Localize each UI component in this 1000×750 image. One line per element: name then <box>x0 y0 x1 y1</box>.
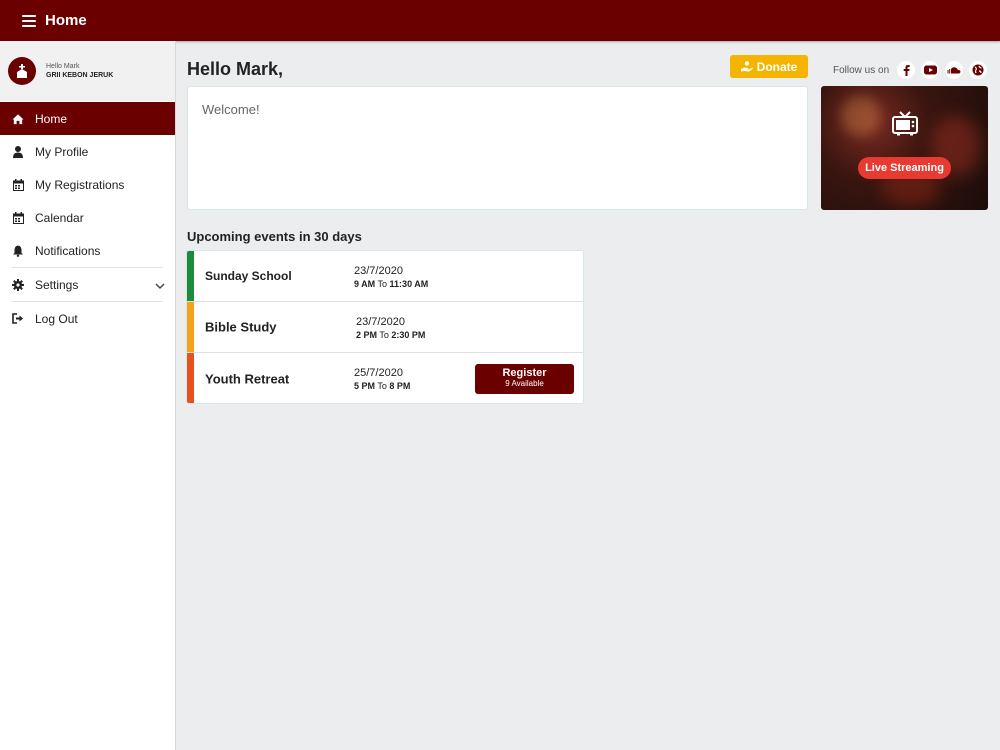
event-row[interactable]: Youth Retreat 25/7/2020 5 PM To 8 PM Reg… <box>187 353 583 403</box>
event-row[interactable]: Sunday School 23/7/2020 9 AM To 11:30 AM <box>187 251 583 302</box>
page-title: Home <box>45 12 87 29</box>
live-streaming-card[interactable]: Live Streaming <box>821 86 988 210</box>
event-time: 2 PM To 2:30 PM <box>356 330 426 340</box>
sidebar-item-my-registrations[interactable]: My Registrations <box>0 168 175 201</box>
welcome-card: Welcome! <box>187 86 808 210</box>
follow-label: Follow us on <box>833 64 890 76</box>
donate-label: Donate <box>756 59 798 74</box>
sidebar-item-label: Calendar <box>35 210 84 225</box>
event-time: 9 AM To 11:30 AM <box>354 279 429 289</box>
sidebar-item-calendar[interactable]: Calendar <box>0 201 175 234</box>
event-name: Youth Retreat <box>205 371 290 386</box>
sidebar-item-label: Settings <box>35 277 79 292</box>
availability-count: 9 Available <box>505 379 544 388</box>
chevron-down-icon[interactable] <box>155 279 165 293</box>
background-glow <box>841 96 881 136</box>
globe-icon[interactable] <box>969 61 988 79</box>
facebook-icon[interactable] <box>897 61 916 79</box>
sidebar-item-label: Notifications <box>35 243 101 258</box>
user-icon <box>12 145 24 158</box>
event-date: 23/7/2020 <box>356 316 405 328</box>
event-row[interactable]: Bible Study 23/7/2020 2 PM To 2:30 PM <box>187 302 583 353</box>
bell-icon <box>12 245 24 257</box>
sidebar-item-notifications[interactable]: Notifications <box>0 234 175 267</box>
church-name: GRII KEBON JERUK <box>46 72 114 79</box>
social-follow: Follow us on <box>833 61 993 79</box>
sidebar-item-log-out[interactable]: Log Out <box>0 302 175 335</box>
top-app-bar: Home <box>0 0 1000 41</box>
events-list: Sunday School 23/7/2020 9 AM To 11:30 AM… <box>186 250 584 404</box>
sidebar-item-label: My Registrations <box>35 177 125 192</box>
church-logo-icon <box>8 57 36 85</box>
donate-button[interactable]: Donate <box>730 55 808 78</box>
register-label: Register <box>502 367 547 379</box>
youtube-icon[interactable] <box>921 61 940 79</box>
event-color-bar <box>187 302 194 352</box>
calendar-icon <box>12 178 24 191</box>
sidebar-menu: Home My Profile My Registrations Calenda… <box>0 102 175 335</box>
sidebar-item-settings[interactable]: Settings <box>0 268 175 301</box>
event-date: 25/7/2020 <box>354 367 403 379</box>
sidebar-item-label: My Profile <box>35 144 89 159</box>
gear-icon <box>12 278 24 291</box>
profile-greeting: Hello Mark <box>46 63 80 70</box>
hamburger-menu-icon[interactable] <box>22 14 36 27</box>
live-streaming-button[interactable]: Live Streaming <box>858 157 951 179</box>
tv-icon <box>892 111 918 141</box>
sidebar-item-my-profile[interactable]: My Profile <box>0 135 175 168</box>
upcoming-events-title: Upcoming events in 30 days <box>187 229 362 244</box>
sidebar-item-label: Home <box>35 111 68 126</box>
profile-header: Hello Mark GRII KEBON JERUK <box>0 41 175 101</box>
home-icon <box>12 113 24 125</box>
soundcloud-icon[interactable] <box>945 61 964 79</box>
sidebar-item-label: Log Out <box>35 311 78 326</box>
event-date: 23/7/2020 <box>354 265 403 277</box>
welcome-text: Welcome! <box>202 102 260 117</box>
calendar-icon <box>12 211 24 224</box>
event-name: Bible Study <box>205 319 277 335</box>
event-name: Sunday School <box>205 269 292 283</box>
register-button[interactable]: Register 9 Available <box>475 364 574 394</box>
donate-hand-icon <box>740 61 753 72</box>
logout-icon <box>12 313 24 325</box>
event-color-bar <box>187 353 194 403</box>
event-color-bar <box>187 251 194 301</box>
sidebar: Hello Mark GRII KEBON JERUK Home My Prof… <box>0 41 176 750</box>
event-time: 5 PM To 8 PM <box>354 381 411 391</box>
sidebar-item-home[interactable]: Home <box>0 102 175 135</box>
greeting-heading: Hello Mark, <box>187 59 284 79</box>
